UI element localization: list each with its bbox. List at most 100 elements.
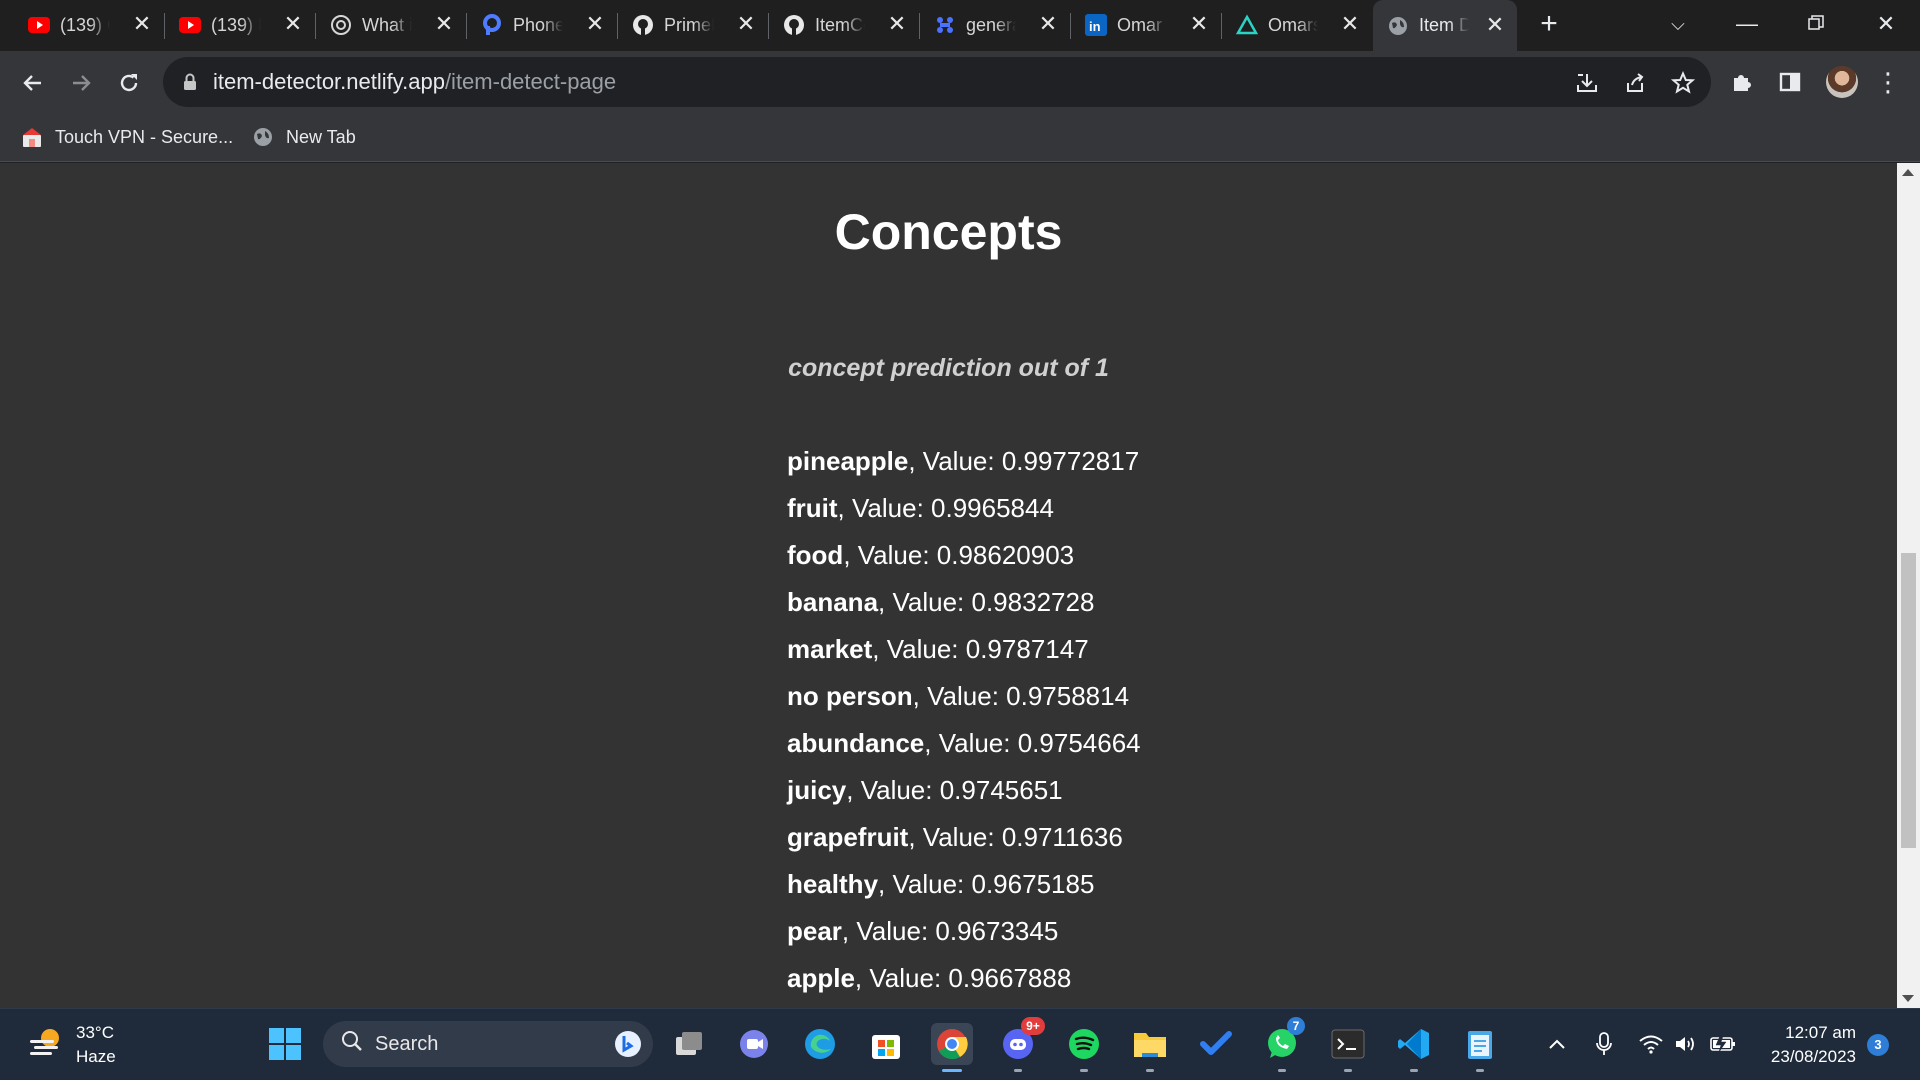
concept-name: pear: [787, 916, 842, 946]
tab-linkedin[interactable]: in Omar I ✕: [1071, 9, 1222, 41]
tab-youtube-1[interactable]: (139) C ✕: [14, 9, 165, 41]
concept-value-label: , Value:: [912, 681, 1007, 711]
lock-icon[interactable]: [183, 73, 197, 96]
concept-name: banana: [787, 587, 879, 617]
teams-chat-button[interactable]: [733, 1023, 775, 1065]
close-icon[interactable]: ✕: [281, 12, 305, 36]
terminal-button[interactable]: [1327, 1023, 1369, 1072]
extensions-icon[interactable]: [1727, 67, 1757, 97]
tab-chatgpt[interactable]: What i ✕: [316, 9, 467, 41]
back-button[interactable]: [13, 63, 53, 103]
todo-button[interactable]: [1195, 1023, 1237, 1065]
taskbar-search[interactable]: Search: [323, 1021, 653, 1067]
bookmark-new-tab[interactable]: New Tab: [252, 123, 356, 151]
concept-row: grapefruit, Value: 0.9711636: [787, 822, 1141, 869]
menu-icon[interactable]: ⋮: [1873, 67, 1903, 97]
microsoft-store-button[interactable]: [865, 1023, 907, 1065]
concept-name: pineapple: [787, 446, 909, 476]
forward-button[interactable]: [61, 63, 101, 103]
chatgpt-icon: [330, 14, 352, 36]
concept-row: pineapple, Value: 0.99772817: [787, 446, 1141, 493]
tab-clarifai[interactable]: genera ✕: [920, 9, 1071, 41]
tab-youtube-2[interactable]: (139) H ✕: [165, 9, 316, 41]
close-window-button[interactable]: ✕: [1866, 6, 1906, 42]
close-icon[interactable]: ✕: [734, 12, 758, 36]
reload-button[interactable]: [109, 63, 149, 103]
volume-icon[interactable]: [1673, 1031, 1699, 1057]
close-icon[interactable]: ✕: [885, 12, 909, 36]
restore-button[interactable]: [1796, 6, 1836, 42]
close-icon[interactable]: ✕: [583, 12, 607, 36]
concept-value: 0.9675185: [971, 869, 1095, 899]
page-scrollbar[interactable]: [1897, 163, 1920, 1008]
close-icon[interactable]: ✕: [1338, 12, 1362, 36]
battery-charging-icon[interactable]: [1710, 1031, 1736, 1057]
bookmark-star-icon[interactable]: [1669, 69, 1697, 97]
concept-row: food, Value: 0.98620903: [787, 540, 1141, 587]
vscode-button[interactable]: [1393, 1023, 1435, 1072]
desktop-screen: (139) C ✕ (139) H ✕ What i ✕ Phonel: [0, 0, 1920, 1080]
close-icon[interactable]: ✕: [1036, 12, 1060, 36]
whatsapp-badge: 7: [1287, 1017, 1305, 1035]
tab-github-itemco[interactable]: ItemCo ✕: [769, 9, 920, 41]
phonepe-icon: [481, 14, 503, 36]
globe-icon: [252, 126, 274, 148]
microphone-icon[interactable]: [1591, 1031, 1617, 1057]
concept-row: banana, Value: 0.9832728: [787, 587, 1141, 634]
tab-title: Omars: [1268, 14, 1318, 35]
concept-list: pineapple, Value: 0.99772817 fruit, Value…: [787, 446, 1141, 1008]
profile-avatar[interactable]: [1826, 66, 1858, 98]
install-app-icon[interactable]: [1573, 69, 1601, 97]
tab-omars[interactable]: Omars ✕: [1222, 9, 1372, 41]
notification-count-badge[interactable]: 3: [1867, 1034, 1889, 1056]
tab-item-detector[interactable]: Item D ✕: [1373, 0, 1517, 51]
spotify-button[interactable]: [1063, 1023, 1105, 1072]
scroll-up-arrow[interactable]: [1902, 169, 1914, 176]
chevron-up-icon[interactable]: [1544, 1031, 1570, 1057]
share-icon[interactable]: [1621, 69, 1649, 97]
concept-row: healthy, Value: 0.9675185: [787, 869, 1141, 916]
chrome-button[interactable]: [931, 1023, 973, 1072]
side-panel-icon[interactable]: [1775, 67, 1805, 97]
file-explorer-button[interactable]: [1129, 1023, 1171, 1072]
clock-time: 12:07 am: [1785, 1023, 1856, 1042]
minimize-button[interactable]: —: [1727, 6, 1767, 42]
task-view-button[interactable]: [668, 1023, 710, 1065]
haze-weather-icon: [28, 1026, 64, 1065]
touch-vpn-icon: [21, 126, 43, 148]
bookmark-touch-vpn[interactable]: Touch VPN - Secure...: [21, 123, 233, 151]
notepad-button[interactable]: [1459, 1023, 1501, 1072]
page-viewport[interactable]: Concepts concept prediction out of 1 pin…: [0, 163, 1897, 1008]
new-tab-button[interactable]: +: [1534, 9, 1564, 40]
wifi-icon[interactable]: [1638, 1031, 1664, 1057]
close-icon[interactable]: ✕: [130, 12, 154, 36]
concept-row: market, Value: 0.9787147: [787, 634, 1141, 681]
clarifai-icon: [934, 14, 956, 36]
concept-value-label: , Value:: [837, 493, 932, 523]
url-text[interactable]: item-detector.netlify.app/item-detect-pa…: [213, 69, 616, 95]
tab-search-button[interactable]: ⌵: [1658, 6, 1698, 42]
discord-button[interactable]: 9+: [997, 1017, 1045, 1072]
scrollbar-thumb[interactable]: [1901, 553, 1916, 848]
concept-name: juicy: [787, 775, 847, 805]
close-icon[interactable]: ✕: [1187, 12, 1211, 36]
bookmark-label: Touch VPN - Secure...: [55, 126, 234, 147]
whatsapp-button[interactable]: 7: [1261, 1017, 1305, 1072]
concept-value: 0.9754664: [1017, 728, 1141, 758]
tab-github-primep[interactable]: PrimeP ✕: [618, 9, 769, 41]
close-icon[interactable]: ✕: [432, 12, 456, 36]
system-clock[interactable]: 12:07 am 23/08/2023: [1756, 1021, 1856, 1069]
tab-title: What i: [362, 14, 412, 35]
weather-widget[interactable]: 33°C Haze: [28, 1021, 116, 1069]
edge-button[interactable]: [799, 1023, 841, 1065]
tab-title: (139) C: [60, 14, 110, 35]
start-button[interactable]: [264, 1023, 306, 1065]
github-icon: [632, 14, 654, 36]
prediction-subtitle: concept prediction out of 1: [788, 354, 1109, 382]
scroll-down-arrow[interactable]: [1902, 995, 1914, 1002]
address-bar[interactable]: item-detector.netlify.app/item-detect-pa…: [163, 57, 1711, 107]
concept-value-label: , Value:: [908, 822, 1002, 852]
tab-phonepe[interactable]: Phonel ✕: [467, 9, 618, 41]
close-icon[interactable]: ✕: [1483, 13, 1507, 37]
url-domain: item-detector.netlify.app: [213, 69, 445, 94]
